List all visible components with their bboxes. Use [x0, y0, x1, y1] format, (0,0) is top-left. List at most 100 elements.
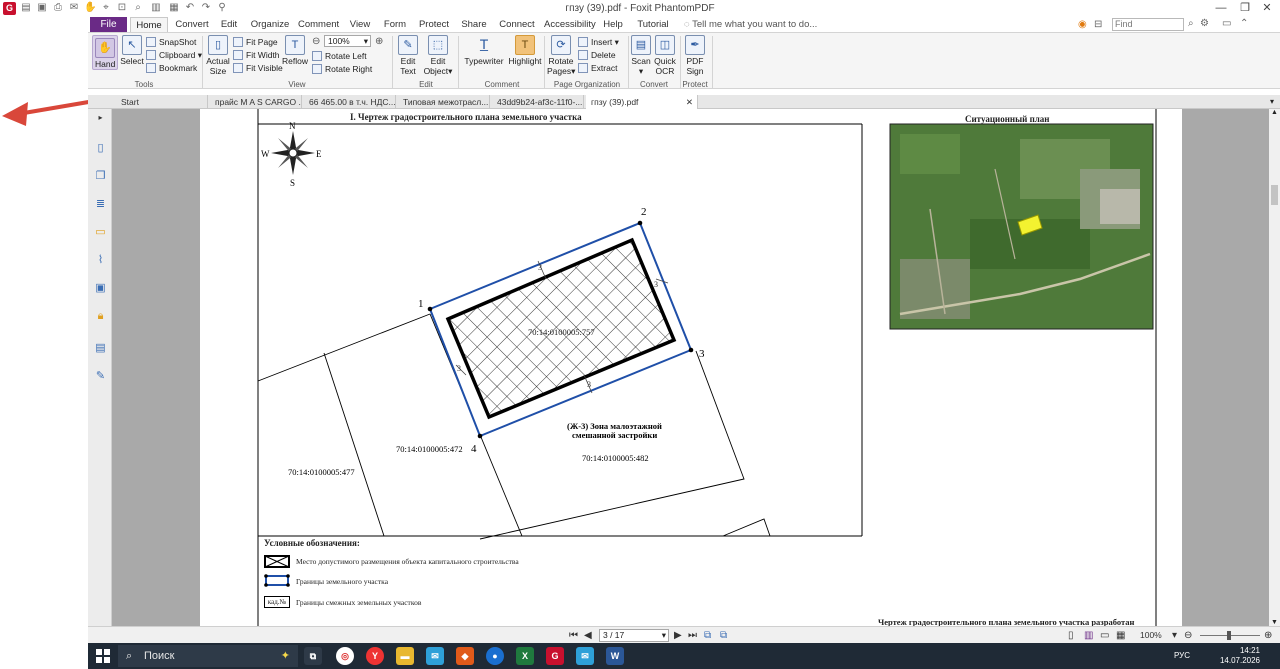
rotate-pages-button[interactable]: ⟳ Rotate Pages▾ — [547, 35, 575, 76]
comments-panel-icon[interactable]: ▭ — [94, 226, 107, 239]
doc-tab-start[interactable]: Start — [116, 95, 208, 109]
doc-tab[interactable]: 66 465.00 в т.ч. НДС... — [304, 95, 396, 109]
yandex-browser-icon[interactable]: Y — [366, 647, 384, 665]
tab-accessibility[interactable]: Accessibility — [544, 17, 596, 32]
tab-convert[interactable]: Convert — [172, 17, 212, 32]
edit-text-button[interactable]: ✎ Edit Text — [397, 35, 419, 76]
typewriter-button[interactable]: T̲ Typewriter — [463, 35, 505, 66]
delete-button[interactable]: Delete — [578, 50, 616, 61]
edit-object-button[interactable]: ⬚ Edit Object▾ — [422, 35, 454, 76]
tell-me-search[interactable]: ◌ Tell me what you want to do... — [684, 19, 817, 30]
first-page-icon[interactable]: ⏮ — [569, 629, 578, 642]
file-explorer-icon[interactable]: ▬ — [396, 647, 414, 665]
pages-panel-icon[interactable]: ❐ — [94, 170, 107, 183]
taskbar-search[interactable]: ⌕ Поиск ✦ — [118, 645, 298, 667]
doc-tab[interactable]: Типовая межотрасл... — [398, 95, 490, 109]
attachments-panel-icon[interactable]: ⌇ — [94, 254, 107, 267]
vertical-scrollbar[interactable]: ▲ ▼ — [1269, 109, 1280, 626]
doc-tab-active[interactable]: гпзу (39).pdf ✕ — [586, 95, 698, 109]
pdf-sign-button[interactable]: ✒ PDF Sign — [684, 35, 706, 76]
content-panel-icon[interactable]: ▤ — [94, 342, 107, 355]
tab-edit[interactable]: Edit — [218, 17, 240, 32]
zoom-slider-thumb[interactable] — [1227, 631, 1231, 640]
extract-button[interactable]: Extract — [578, 63, 617, 74]
page-number-input[interactable]: 3 / 17 ▾ — [599, 629, 669, 642]
collapse-ribbon-icon[interactable]: ⌃ — [1240, 18, 1248, 29]
close-button[interactable]: ✕ — [1256, 0, 1278, 17]
notification-icon[interactable]: ◉ — [1078, 19, 1087, 30]
scan-button[interactable]: ▤ Scan ▾ — [630, 35, 652, 76]
last-page-icon[interactable]: ⏭ — [688, 629, 697, 642]
rotate-right-button[interactable]: Rotate Right — [312, 64, 372, 75]
hand-button[interactable]: ✋ Hand — [92, 35, 118, 70]
app-icon[interactable]: ◆ — [456, 647, 474, 665]
quick-ocr-button[interactable]: ◫ Quick OCR — [654, 35, 676, 76]
tab-home[interactable]: Home — [130, 17, 168, 32]
messenger-icon[interactable]: ✉ — [576, 647, 594, 665]
foxit-taskbar-icon[interactable]: G — [546, 647, 564, 665]
next-page-icon[interactable]: ▶ — [674, 629, 682, 642]
tab-file[interactable]: File — [90, 17, 127, 32]
task-view-icon[interactable]: ⧉ — [304, 647, 322, 665]
find-search-icon[interactable]: ⌕ — [1188, 18, 1194, 29]
doc-tab[interactable]: прайс M A S CARGO ... — [210, 95, 302, 109]
actual-size-button[interactable]: ▯ Actual Size — [206, 35, 230, 76]
document-viewport[interactable]: 1 2 3 4 3 3 3 3 70:14:0100005:757 70:14:… — [112, 109, 1269, 626]
zoom-status[interactable]: 100% — [1140, 630, 1162, 640]
tab-connect[interactable]: Connect — [498, 17, 536, 32]
zoom-dropdown-icon[interactable]: ▾ — [1172, 629, 1177, 642]
previous-page-icon[interactable]: ◀ — [584, 629, 592, 642]
messenger-icon[interactable]: ✉ — [426, 647, 444, 665]
language-indicator[interactable]: РУС — [1174, 651, 1190, 660]
facing-page-icon[interactable]: ▭ — [1100, 629, 1109, 642]
layers-panel-icon[interactable]: ≣ — [94, 198, 107, 211]
clipboard-button[interactable]: Clipboard ▾ — [146, 50, 202, 61]
next-view-icon[interactable]: ⧉ — [720, 629, 727, 642]
chrome-icon[interactable]: ◎ — [336, 647, 354, 665]
select-button[interactable]: ↖ Select — [120, 35, 144, 66]
tab-view[interactable]: View — [348, 17, 372, 32]
tab-share[interactable]: Share — [460, 17, 488, 32]
scrollbar-thumb[interactable] — [1271, 185, 1278, 205]
skin-icon[interactable]: ▭ — [1222, 18, 1231, 29]
security-lock-icon[interactable]: 🔒︎ — [94, 310, 107, 323]
continuous-facing-icon[interactable]: ▦ — [1116, 629, 1125, 642]
previous-view-icon[interactable]: ⧉ — [704, 629, 711, 642]
minimize-button[interactable]: — — [1210, 0, 1232, 17]
continuous-page-icon[interactable]: ▥ — [1084, 629, 1093, 642]
bookmark-button[interactable]: Bookmark — [146, 63, 197, 74]
find-prev-icon[interactable]: ⊟ — [1094, 19, 1102, 30]
excel-icon[interactable]: X — [516, 647, 534, 665]
signature-panel-icon[interactable]: ▣ — [94, 282, 107, 295]
zoom-in-status-icon[interactable]: ⊕ — [1264, 629, 1272, 642]
zoom-in-icon[interactable]: ⊕ — [375, 36, 383, 47]
find-options-icon[interactable]: ⚙ — [1200, 18, 1209, 29]
tab-form[interactable]: Form — [382, 17, 408, 32]
zoom-select[interactable]: 100% ▾ — [324, 35, 371, 47]
highlight-button[interactable]: T Highlight — [508, 35, 542, 66]
zoom-out-icon[interactable]: ⊖ — [312, 36, 320, 47]
tab-comment[interactable]: Comment — [298, 17, 339, 32]
app-icon[interactable]: ● — [486, 647, 504, 665]
tab-protect[interactable]: Protect — [417, 17, 451, 32]
fit-visible-button[interactable]: Fit Visible — [233, 63, 283, 74]
doc-tab[interactable]: 43dd9b24-af3c-11f0-... — [492, 95, 584, 109]
expand-panel-icon[interactable]: ▸ — [94, 111, 107, 124]
fit-width-button[interactable]: Fit Width — [233, 50, 280, 61]
snapshot-button[interactable]: SnapShot — [146, 37, 196, 48]
maximize-button[interactable]: ❐ — [1234, 0, 1256, 17]
bookmarks-panel-icon[interactable]: ▯ — [94, 142, 107, 155]
single-page-icon[interactable]: ▯ — [1068, 629, 1074, 642]
clock[interactable]: 14:21 14.07.2026 — [1220, 646, 1260, 666]
scroll-up-icon[interactable]: ▲ — [1271, 109, 1278, 116]
close-tab-icon[interactable]: ✕ — [686, 95, 693, 109]
zoom-out-status-icon[interactable]: ⊖ — [1184, 629, 1192, 642]
tab-organize[interactable]: Organize — [250, 17, 290, 32]
windows-start-icon[interactable] — [96, 649, 110, 663]
insert-button[interactable]: Insert ▾ — [578, 37, 619, 48]
scroll-down-icon[interactable]: ▼ — [1271, 619, 1278, 626]
tab-list-chevron-icon[interactable]: ▾ — [1270, 95, 1274, 109]
find-input[interactable]: Find — [1112, 18, 1184, 31]
tab-tutorial[interactable]: Tutorial — [634, 17, 672, 32]
word-icon[interactable]: W — [606, 647, 624, 665]
